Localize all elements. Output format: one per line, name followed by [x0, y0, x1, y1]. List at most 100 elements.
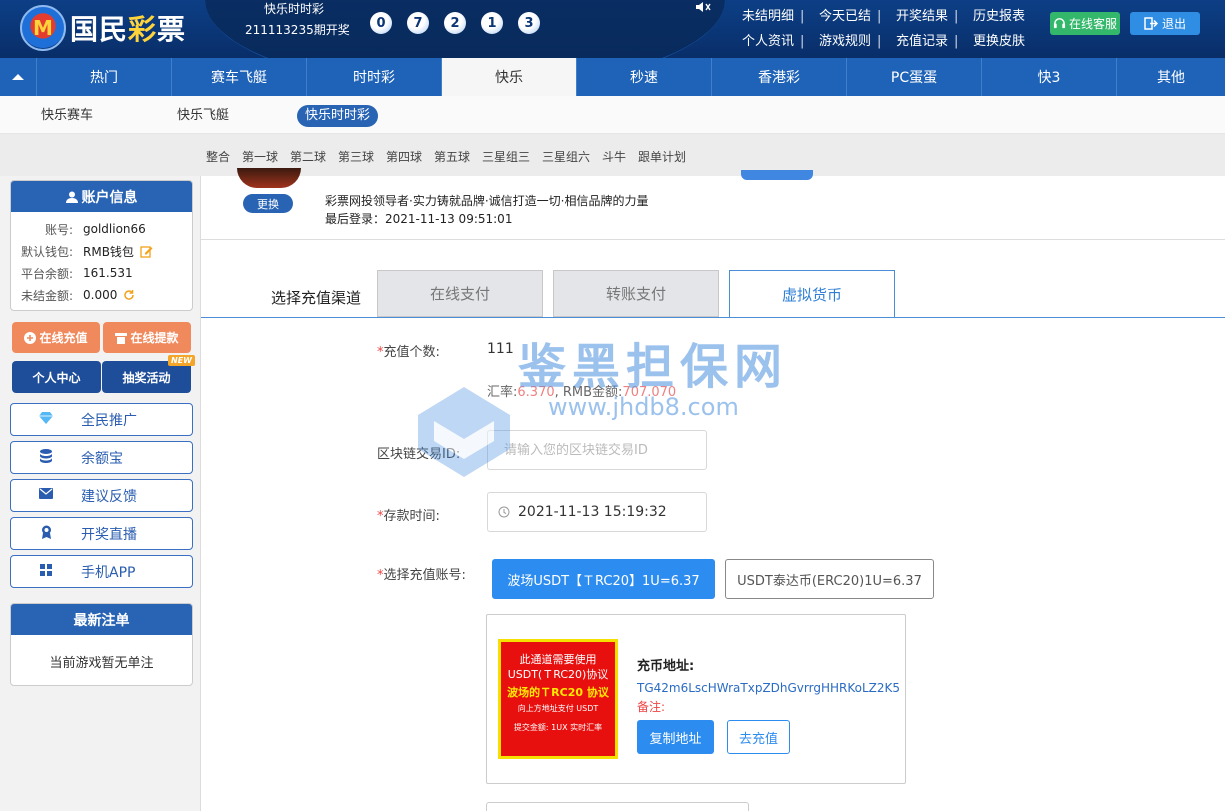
time-input-box[interactable]: 2021-11-13 15:19:32	[487, 492, 707, 532]
wallet-icon	[115, 332, 128, 344]
menu-mobile-app[interactable]: 手机APP	[10, 555, 193, 588]
qty-label-text: 充值个数:	[383, 345, 440, 360]
qty-value: 111	[487, 341, 514, 357]
channel-label: 选择充值渠道	[271, 289, 362, 307]
tab-crypto[interactable]: 虚拟货币	[729, 270, 895, 318]
subnav-kuaile-ssc[interactable]: 快乐时时彩	[297, 105, 379, 127]
refresh-icon[interactable]	[123, 289, 135, 301]
link-change-skin[interactable]: 更换皮肤	[973, 30, 1053, 49]
play-ball-1[interactable]: 第一球	[242, 148, 278, 165]
menu-label: 开奖直播	[81, 526, 137, 543]
main-content: 更换 彩票网投领导者·实力铸就品牌·诚信打造一切·相信品牌的力量 最后登录：20…	[201, 168, 1225, 811]
play-three-group-6[interactable]: 三星组六	[542, 148, 590, 165]
sub-nav: 快乐赛车 快乐飞艇 快乐时时彩	[0, 96, 1225, 134]
account-select-label: *选择充值账号:	[377, 568, 466, 583]
subnav-kuaile-boat[interactable]: 快乐飞艇	[169, 105, 237, 127]
link-history-report[interactable]: 历史报表	[973, 5, 1053, 24]
balance-label: 平台余额:	[20, 266, 73, 281]
nav-second[interactable]: 秒速	[577, 58, 712, 96]
play-douniu[interactable]: 斗牛	[602, 148, 626, 165]
sound-mute-icon[interactable]	[694, 0, 712, 14]
link-game-rules[interactable]: 游戏规则	[819, 30, 896, 49]
play-ball-3[interactable]: 第三球	[338, 148, 374, 165]
link-settled-today[interactable]: 今天已结	[819, 5, 896, 24]
menu-label: 余额宝	[81, 450, 123, 467]
menu-label: 全民推广	[81, 412, 137, 429]
collapse-up-icon[interactable]	[0, 58, 37, 96]
play-ball-4[interactable]: 第四球	[386, 148, 422, 165]
logout-button[interactable]: 退出	[1130, 12, 1200, 35]
tab-transfer-pay[interactable]: 转账支付	[553, 270, 719, 317]
play-type-bar: 整合 第一球 第二球 第三球 第四球 第五球 三星组三 三星组六 斗牛 跟单计划	[0, 134, 1225, 176]
latest-bets-empty: 当前游戏暂无单注	[49, 656, 154, 671]
link-draw-results[interactable]: 开奖结果	[896, 5, 973, 24]
play-all[interactable]: 整合	[206, 148, 230, 165]
txid-input-box[interactable]	[487, 430, 707, 470]
subnav-kuaile-racing[interactable]: 快乐赛车	[33, 105, 101, 127]
online-withdraw-button[interactable]: 在线提款	[103, 322, 191, 353]
rmb-prefix: , RMB金额:	[554, 385, 623, 400]
notice-line: 提交金额: 1UX 实时汇率	[513, 723, 603, 732]
play-three-group-3[interactable]: 三星组三	[482, 148, 530, 165]
online-recharge-label: 在线充值	[39, 331, 88, 345]
profile-action-button[interactable]	[741, 170, 813, 180]
avatar	[237, 168, 301, 188]
wallet-value-wrap: RMB钱包	[83, 243, 153, 260]
logo-text-b: 彩	[128, 13, 158, 46]
tab-online-pay[interactable]: 在线支付	[377, 270, 543, 317]
time-label-text: 存款时间:	[383, 509, 440, 524]
grid-icon	[11, 563, 81, 580]
txid-input[interactable]	[488, 442, 706, 458]
channel-trc20-button[interactable]: 波场USDT【ＴRC20】1U=6.37	[492, 559, 715, 599]
nav-hot[interactable]: 热门	[37, 58, 172, 96]
play-ball-2[interactable]: 第二球	[290, 148, 326, 165]
nav-racing[interactable]: 赛车飞艇	[172, 58, 307, 96]
address-title: 充币地址:	[637, 659, 695, 674]
online-recharge-button[interactable]: 在线充值	[12, 322, 100, 353]
main-nav: 热门 赛车飞艇 时时彩 快乐 秒速 香港彩 PC蛋蛋 快3 其他	[0, 58, 1225, 96]
channel-erc20-button[interactable]: USDT泰达币(ERC20)1U=6.37	[725, 559, 934, 599]
channel-notice-image: 此通道需要使用 USDT(ＴRC20)协议 波场的ＴRC20 协议 向上方地址支…	[498, 639, 618, 759]
notice-line: 此通道需要使用	[519, 653, 597, 666]
menu-feedback[interactable]: 建议反馈	[10, 479, 193, 512]
account-row: 账号: goldlion66	[11, 218, 192, 240]
link-unsettled[interactable]: 未结明细	[742, 5, 819, 24]
nav-ssc[interactable]: 时时彩	[307, 58, 442, 96]
edit-icon[interactable]	[140, 245, 153, 258]
time-value: 2021-11-13 15:19:32	[518, 504, 667, 520]
result-ball: 7	[407, 12, 429, 34]
balance-value: 161.531	[83, 266, 133, 280]
play-follow-plan[interactable]: 跟单计划	[638, 148, 686, 165]
wallet-label: 默认钱包:	[20, 244, 73, 259]
logo-badge: M	[33, 16, 53, 40]
logout-icon	[1144, 17, 1158, 30]
go-recharge-button[interactable]: 去充值	[727, 720, 790, 754]
link-recharge-record[interactable]: 充值记录	[896, 30, 973, 49]
copy-address-button[interactable]: 复制地址	[637, 720, 714, 754]
nav-hk[interactable]: 香港彩	[712, 58, 847, 96]
online-service-label: 在线客服	[1068, 17, 1117, 31]
latest-bets-title: 最新注单	[11, 604, 192, 635]
menu-yuebao[interactable]: 余额宝	[10, 441, 193, 474]
nav-pc-egg[interactable]: PC蛋蛋	[847, 58, 982, 96]
play-ball-5[interactable]: 第五球	[434, 148, 470, 165]
menu-live-draw[interactable]: 开奖直播	[10, 517, 193, 550]
notice-line: 向上方地址支付 USDT	[517, 704, 599, 713]
personal-center-button[interactable]: 个人中心	[12, 361, 101, 393]
menu-label: 手机APP	[81, 564, 136, 581]
nav-k3[interactable]: 快3	[982, 58, 1117, 96]
next-field-box[interactable]	[486, 802, 749, 811]
online-service-button[interactable]: 在线客服	[1050, 12, 1120, 35]
menu-promotion[interactable]: 全民推广	[10, 403, 193, 436]
unsettled-value: 0.000	[83, 288, 118, 302]
notice-line: USDT(ＴRC20)协议	[507, 668, 609, 681]
account-label: 账号:	[44, 222, 73, 237]
nav-other[interactable]: 其他	[1117, 58, 1225, 96]
site-logo[interactable]: M 国民彩票	[20, 3, 186, 53]
profile-slogan: 彩票网投领导者·实力铸就品牌·诚信打造一切·相信品牌的力量	[325, 194, 649, 208]
database-icon	[11, 448, 81, 467]
nav-kuaile[interactable]: 快乐	[442, 58, 577, 96]
change-avatar-button[interactable]: 更换	[243, 194, 293, 213]
link-profile[interactable]: 个人资讯	[742, 30, 819, 49]
logo-text: 国民彩票	[70, 8, 186, 48]
